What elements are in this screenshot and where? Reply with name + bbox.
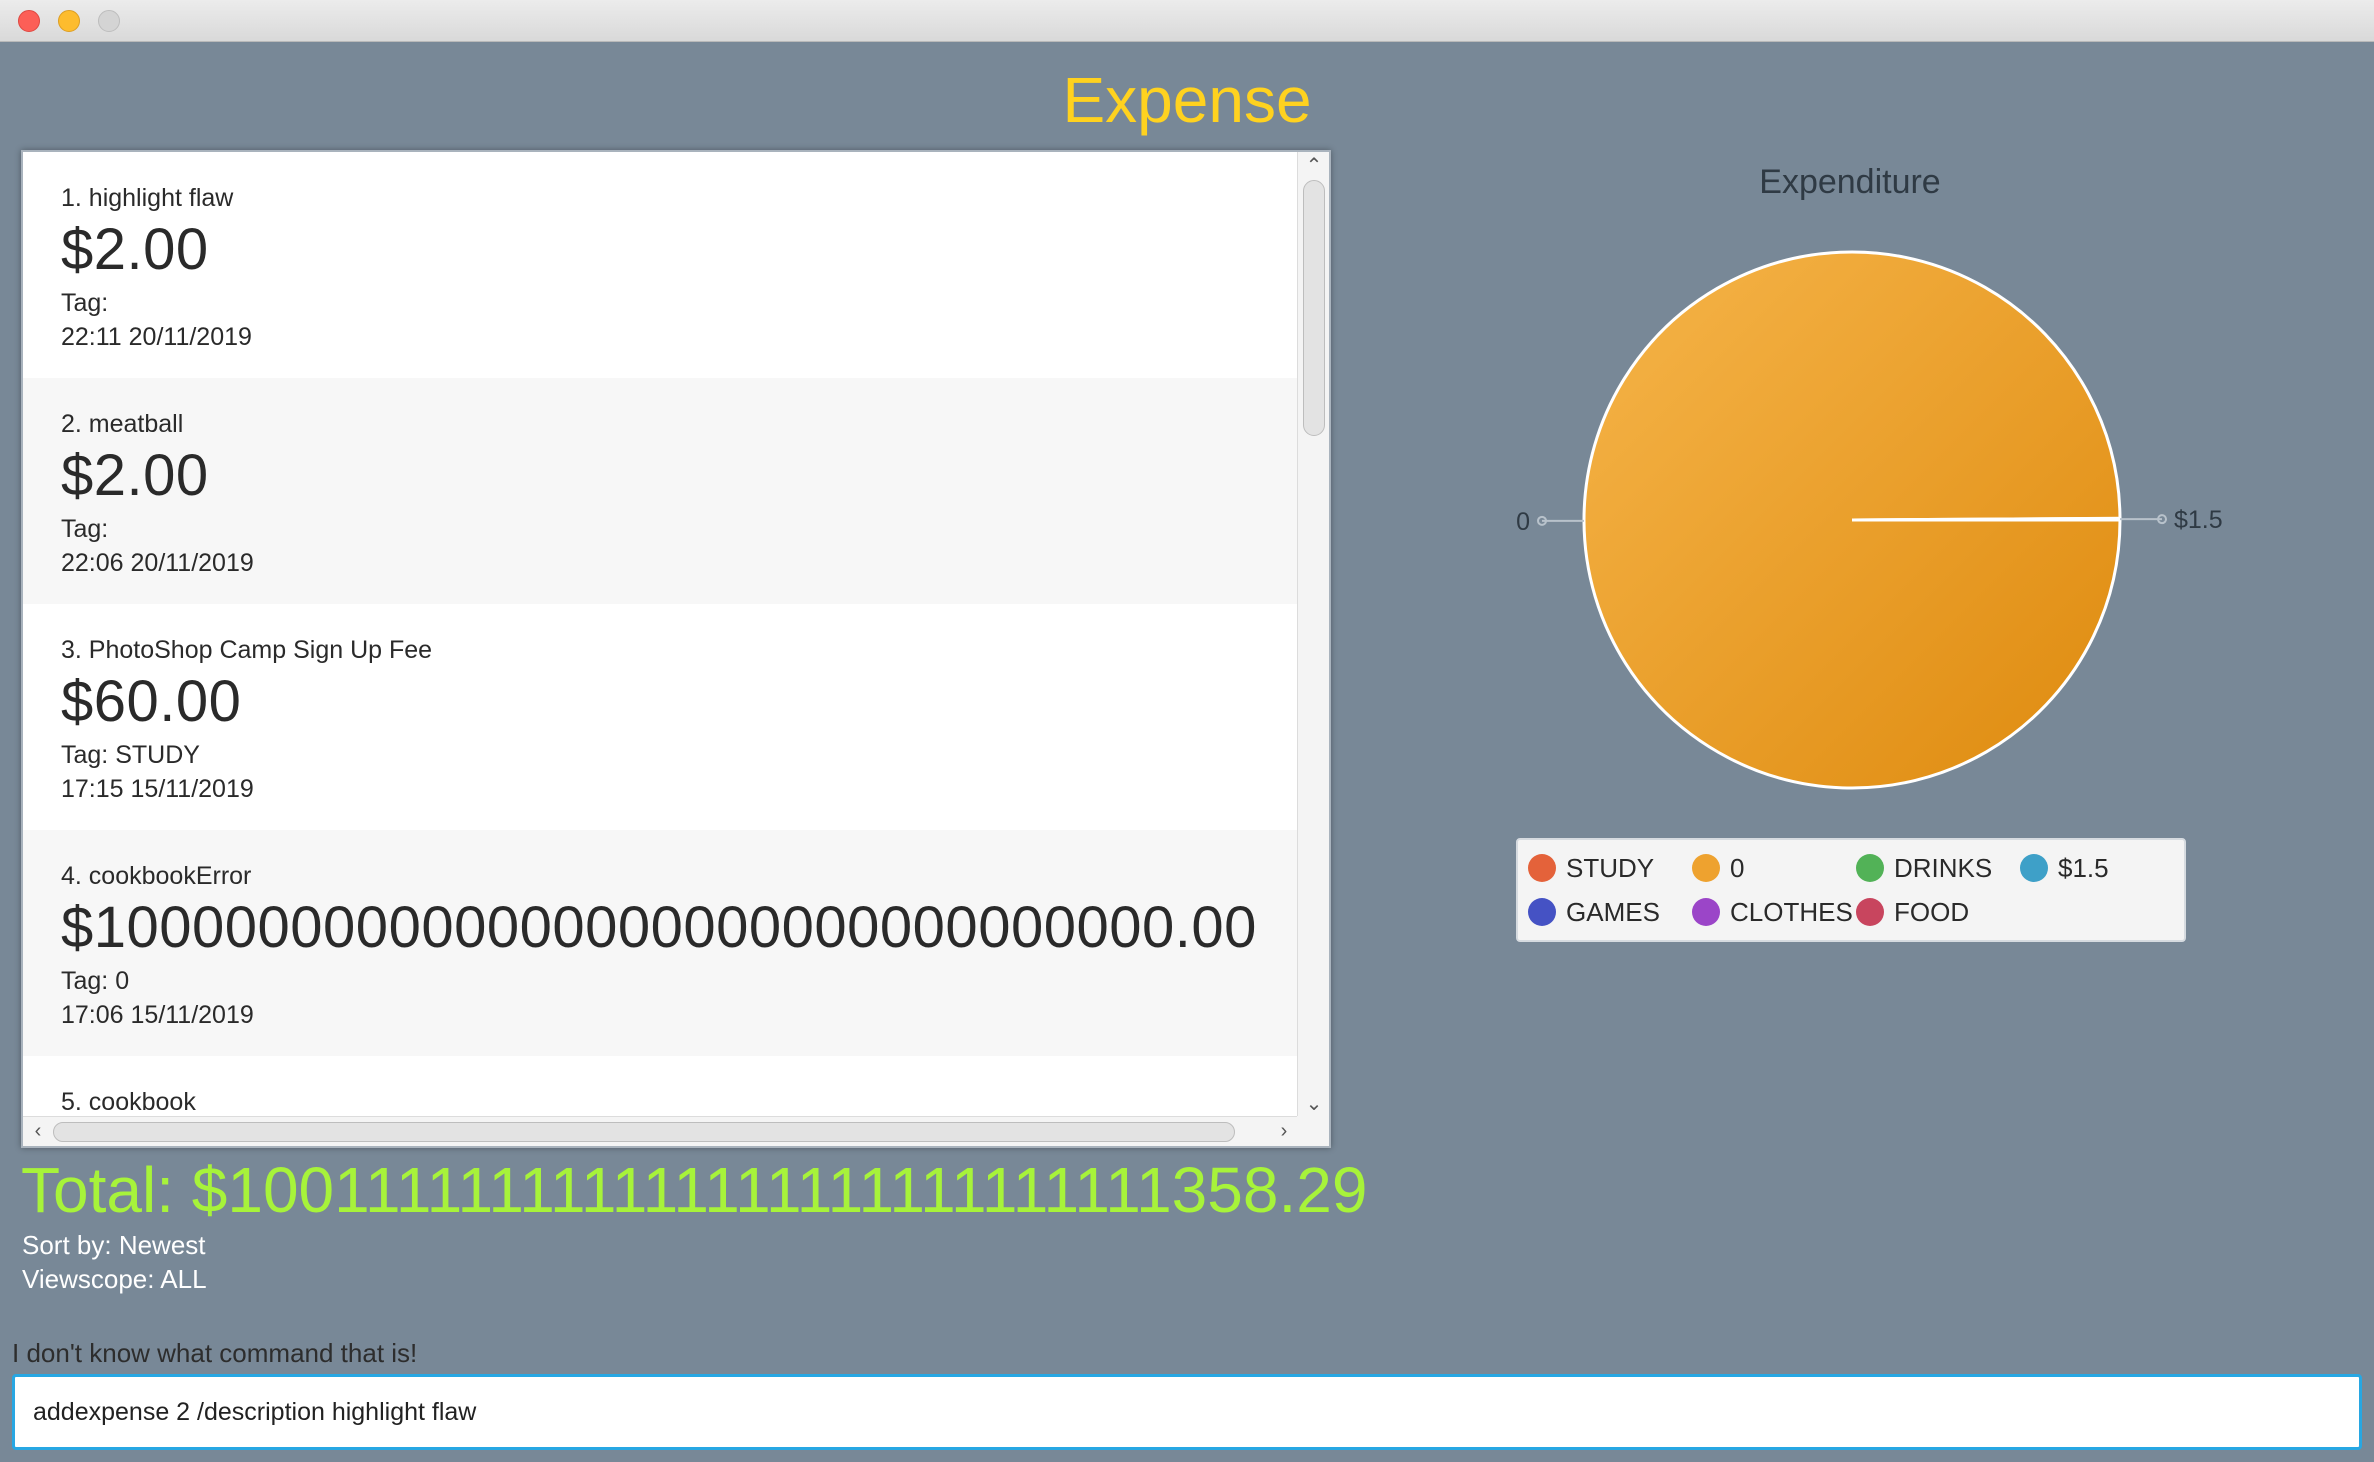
app-window: Expense 1. highlight flaw $2.00 Tag: 22:… bbox=[0, 0, 2374, 1462]
expense-card[interactable]: 5. cookbook bbox=[23, 1056, 1299, 1118]
expense-amount: $60.00 bbox=[61, 669, 242, 734]
expense-tag: Tag: 0 bbox=[61, 967, 130, 995]
legend-swatch bbox=[1528, 898, 1556, 926]
legend-label: FOOD bbox=[1894, 896, 1970, 927]
sort-status: Sort by: Newest bbox=[22, 1230, 206, 1260]
legend-swatch bbox=[2020, 854, 2048, 882]
legend-swatch bbox=[1692, 898, 1720, 926]
expense-description: 2. meatball bbox=[61, 410, 184, 438]
expense-tag: Tag: STUDY bbox=[61, 741, 200, 769]
result-message: I don't know what command that is! bbox=[12, 1338, 418, 1368]
legend-label: DRINKS bbox=[1894, 852, 1993, 883]
expense-card[interactable]: 2. meatball $2.00 Tag: 22:06 20/11/2019 bbox=[23, 378, 1299, 604]
command-input[interactable] bbox=[12, 1374, 2362, 1450]
chevron-left-icon[interactable]: ‹ bbox=[23, 1117, 53, 1146]
expense-description: 1. highlight flaw bbox=[61, 184, 234, 212]
legend-item: FOOD bbox=[1856, 890, 1969, 934]
slice-label: $1.5 bbox=[2174, 506, 2223, 534]
scroll-corner bbox=[1297, 1116, 1329, 1146]
legend-swatch bbox=[1856, 898, 1884, 926]
expense-list[interactable]: 1. highlight flaw $2.00 Tag: 22:11 20/11… bbox=[21, 150, 1331, 1148]
legend-item: STUDY bbox=[1528, 846, 1654, 890]
expense-list-viewport[interactable]: 1. highlight flaw $2.00 Tag: 22:11 20/11… bbox=[23, 152, 1299, 1118]
page-title: Expense bbox=[1062, 64, 1312, 136]
expense-description: 3. PhotoShop Camp Sign Up Fee bbox=[61, 636, 433, 664]
horizontal-scrollbar[interactable]: ‹ › bbox=[23, 1116, 1299, 1146]
minimize-window-button[interactable] bbox=[58, 10, 80, 32]
chevron-down-icon[interactable]: ⌄ bbox=[1298, 1090, 1329, 1118]
legend-label: STUDY bbox=[1566, 852, 1655, 883]
legend-item: CLOTHES bbox=[1692, 890, 1853, 934]
maximize-window-button[interactable] bbox=[98, 10, 120, 32]
expense-timestamp: 17:06 15/11/2019 bbox=[61, 1001, 254, 1029]
legend-label: CLOTHES bbox=[1730, 896, 1853, 927]
legend-swatch bbox=[1856, 854, 1884, 882]
expense-timestamp: 22:11 20/11/2019 bbox=[61, 323, 252, 351]
title-bar bbox=[0, 0, 2374, 42]
expense-amount: $2.00 bbox=[61, 217, 209, 282]
total-amount: Total: $10011111111111111111111111111135… bbox=[21, 1154, 1368, 1226]
legend-label: GAMES bbox=[1566, 896, 1660, 927]
expense-tag: Tag: bbox=[61, 515, 109, 543]
expense-tag: Tag: bbox=[61, 289, 109, 317]
vertical-scrollbar[interactable]: ⌃ ⌄ bbox=[1297, 152, 1329, 1118]
chevron-right-icon[interactable]: › bbox=[1269, 1117, 1299, 1146]
chart-legend: STUDY 0 DRINKS $1.5 GAMES CLOTHES FOOD bbox=[1516, 838, 2186, 942]
legend-swatch bbox=[1528, 854, 1556, 882]
legend-item: 0 bbox=[1692, 846, 1744, 890]
vertical-scroll-thumb[interactable] bbox=[1303, 180, 1325, 436]
expense-card[interactable]: 3. PhotoShop Camp Sign Up Fee $60.00 Tag… bbox=[23, 604, 1299, 830]
chevron-up-icon[interactable]: ⌃ bbox=[1298, 152, 1329, 180]
legend-item: GAMES bbox=[1528, 890, 1660, 934]
pie-slice bbox=[1851, 516, 2122, 522]
expenditure-pie-chart: Expenditure 0 $1.5 bbox=[1340, 150, 2360, 950]
close-window-button[interactable] bbox=[18, 10, 40, 32]
expense-card[interactable]: 1. highlight flaw $2.00 Tag: 22:11 20/11… bbox=[23, 152, 1299, 378]
slice-label: 0 bbox=[1516, 508, 1530, 536]
horizontal-scroll-thumb[interactable] bbox=[53, 1122, 1235, 1142]
expense-timestamp: 17:15 15/11/2019 bbox=[61, 775, 254, 803]
expense-description: 4. cookbookError bbox=[61, 862, 252, 890]
legend-label: 0 bbox=[1730, 852, 1745, 883]
expense-timestamp: 22:06 20/11/2019 bbox=[61, 549, 254, 577]
expense-amount: $100000000000000000000000000000000.00 bbox=[61, 895, 1257, 960]
legend-swatch bbox=[1692, 854, 1720, 882]
legend-label: $1.5 bbox=[2058, 852, 2109, 883]
viewscope-status: Viewscope: ALL bbox=[22, 1264, 207, 1294]
legend-item: $1.5 bbox=[2020, 846, 2109, 890]
pie-canvas: 0 $1.5 bbox=[1516, 250, 2223, 790]
expense-amount: $2.00 bbox=[61, 443, 209, 508]
expense-description: 5. cookbook bbox=[61, 1088, 196, 1116]
legend-item: DRINKS bbox=[1856, 846, 1992, 890]
expense-card[interactable]: 4. cookbookError $1000000000000000000000… bbox=[23, 830, 1299, 1056]
